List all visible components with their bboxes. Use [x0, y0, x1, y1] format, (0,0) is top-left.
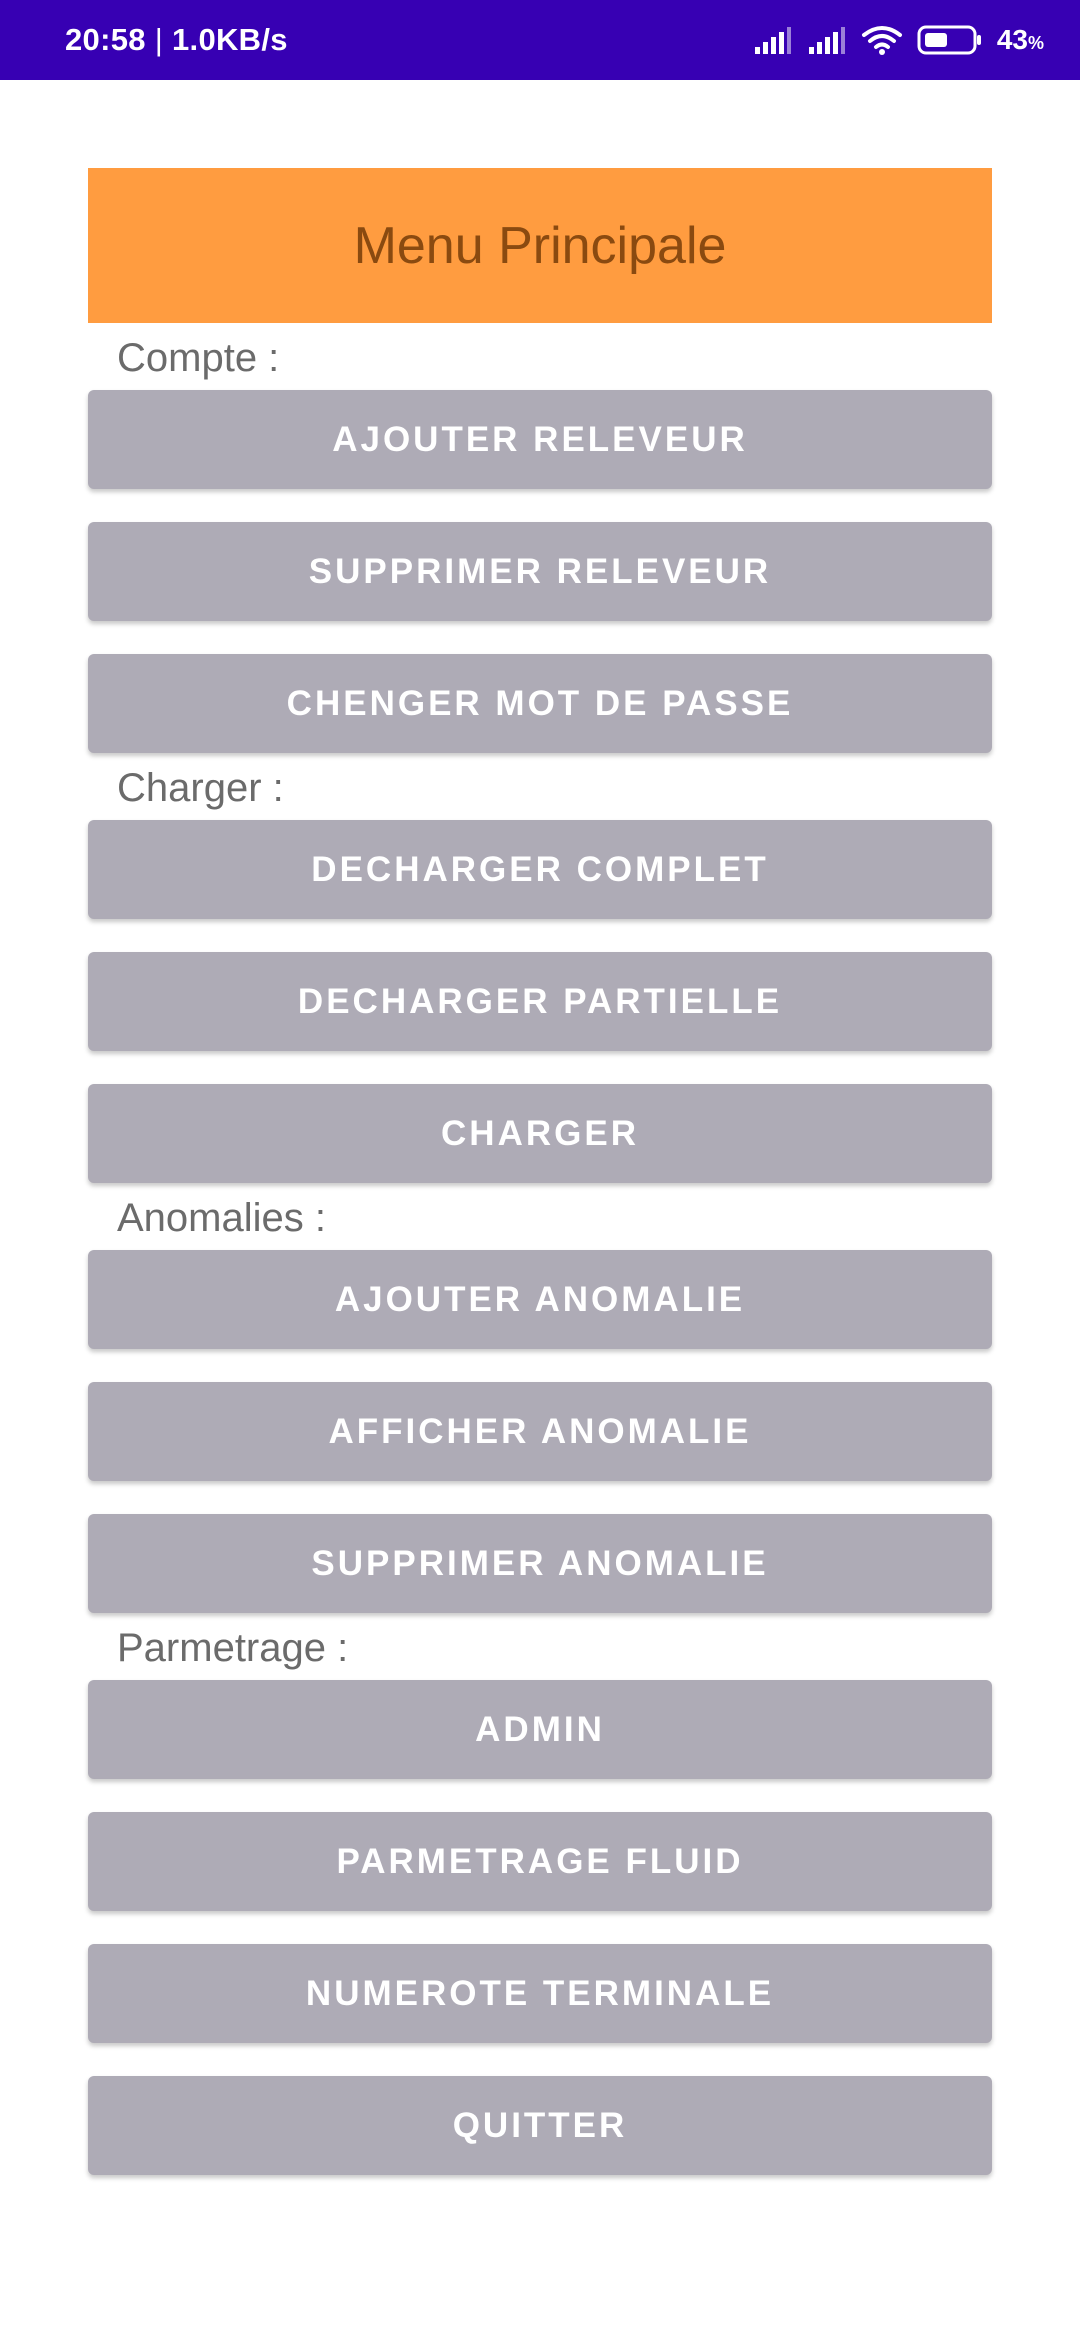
numerote-terminale-button[interactable]: NUMEROTE TERMINALE	[88, 1944, 992, 2043]
ajouter-anomalie-button[interactable]: AJOUTER ANOMALIE	[88, 1250, 992, 1349]
battery-percent: 43%	[997, 24, 1044, 56]
battery-percent-unit: %	[1027, 33, 1044, 53]
menu-title: Menu Principale	[88, 168, 992, 323]
main-menu: Menu Principale Compte : AJOUTER RELEVEU…	[88, 168, 992, 2175]
status-left: 20:58 | 1.0KB/s	[65, 22, 288, 58]
section-label-parmetrage: Parmetrage :	[117, 1626, 349, 1670]
status-separator: |	[154, 22, 172, 57]
section-label-compte: Compte :	[117, 336, 280, 380]
changer-mot-de-passe-button[interactable]: CHENGER MOT DE PASSE	[88, 654, 992, 753]
section-label-charger: Charger :	[117, 766, 284, 810]
parmetrage-fluid-button[interactable]: PARMETRAGE FLUID	[88, 1812, 992, 1911]
battery-icon	[917, 24, 983, 56]
quitter-button[interactable]: QUITTER	[88, 2076, 992, 2175]
charger-button[interactable]: CHARGER	[88, 1084, 992, 1183]
status-time: 20:58	[65, 22, 146, 57]
ajouter-releveur-button[interactable]: AJOUTER RELEVEUR	[88, 390, 992, 489]
decharger-complet-button[interactable]: DECHARGER COMPLET	[88, 820, 992, 919]
battery-percent-value: 43	[996, 24, 1028, 55]
admin-button[interactable]: ADMIN	[88, 1680, 992, 1779]
status-icons: 43%	[753, 24, 1044, 56]
supprimer-releveur-button[interactable]: SUPPRIMER RELEVEUR	[88, 522, 992, 621]
supprimer-anomalie-button[interactable]: SUPPRIMER ANOMALIE	[88, 1514, 992, 1613]
wifi-icon	[861, 24, 903, 56]
status-bar: 20:58 | 1.0KB/s 43%	[0, 0, 1080, 80]
signal-icon	[753, 25, 793, 55]
section-label-anomalies: Anomalies :	[117, 1196, 326, 1240]
signal-icon	[807, 25, 847, 55]
status-speed: 1.0KB/s	[171, 22, 288, 57]
afficher-anomalie-button[interactable]: AFFICHER ANOMALIE	[88, 1382, 992, 1481]
decharger-partielle-button[interactable]: DECHARGER PARTIELLE	[88, 952, 992, 1051]
